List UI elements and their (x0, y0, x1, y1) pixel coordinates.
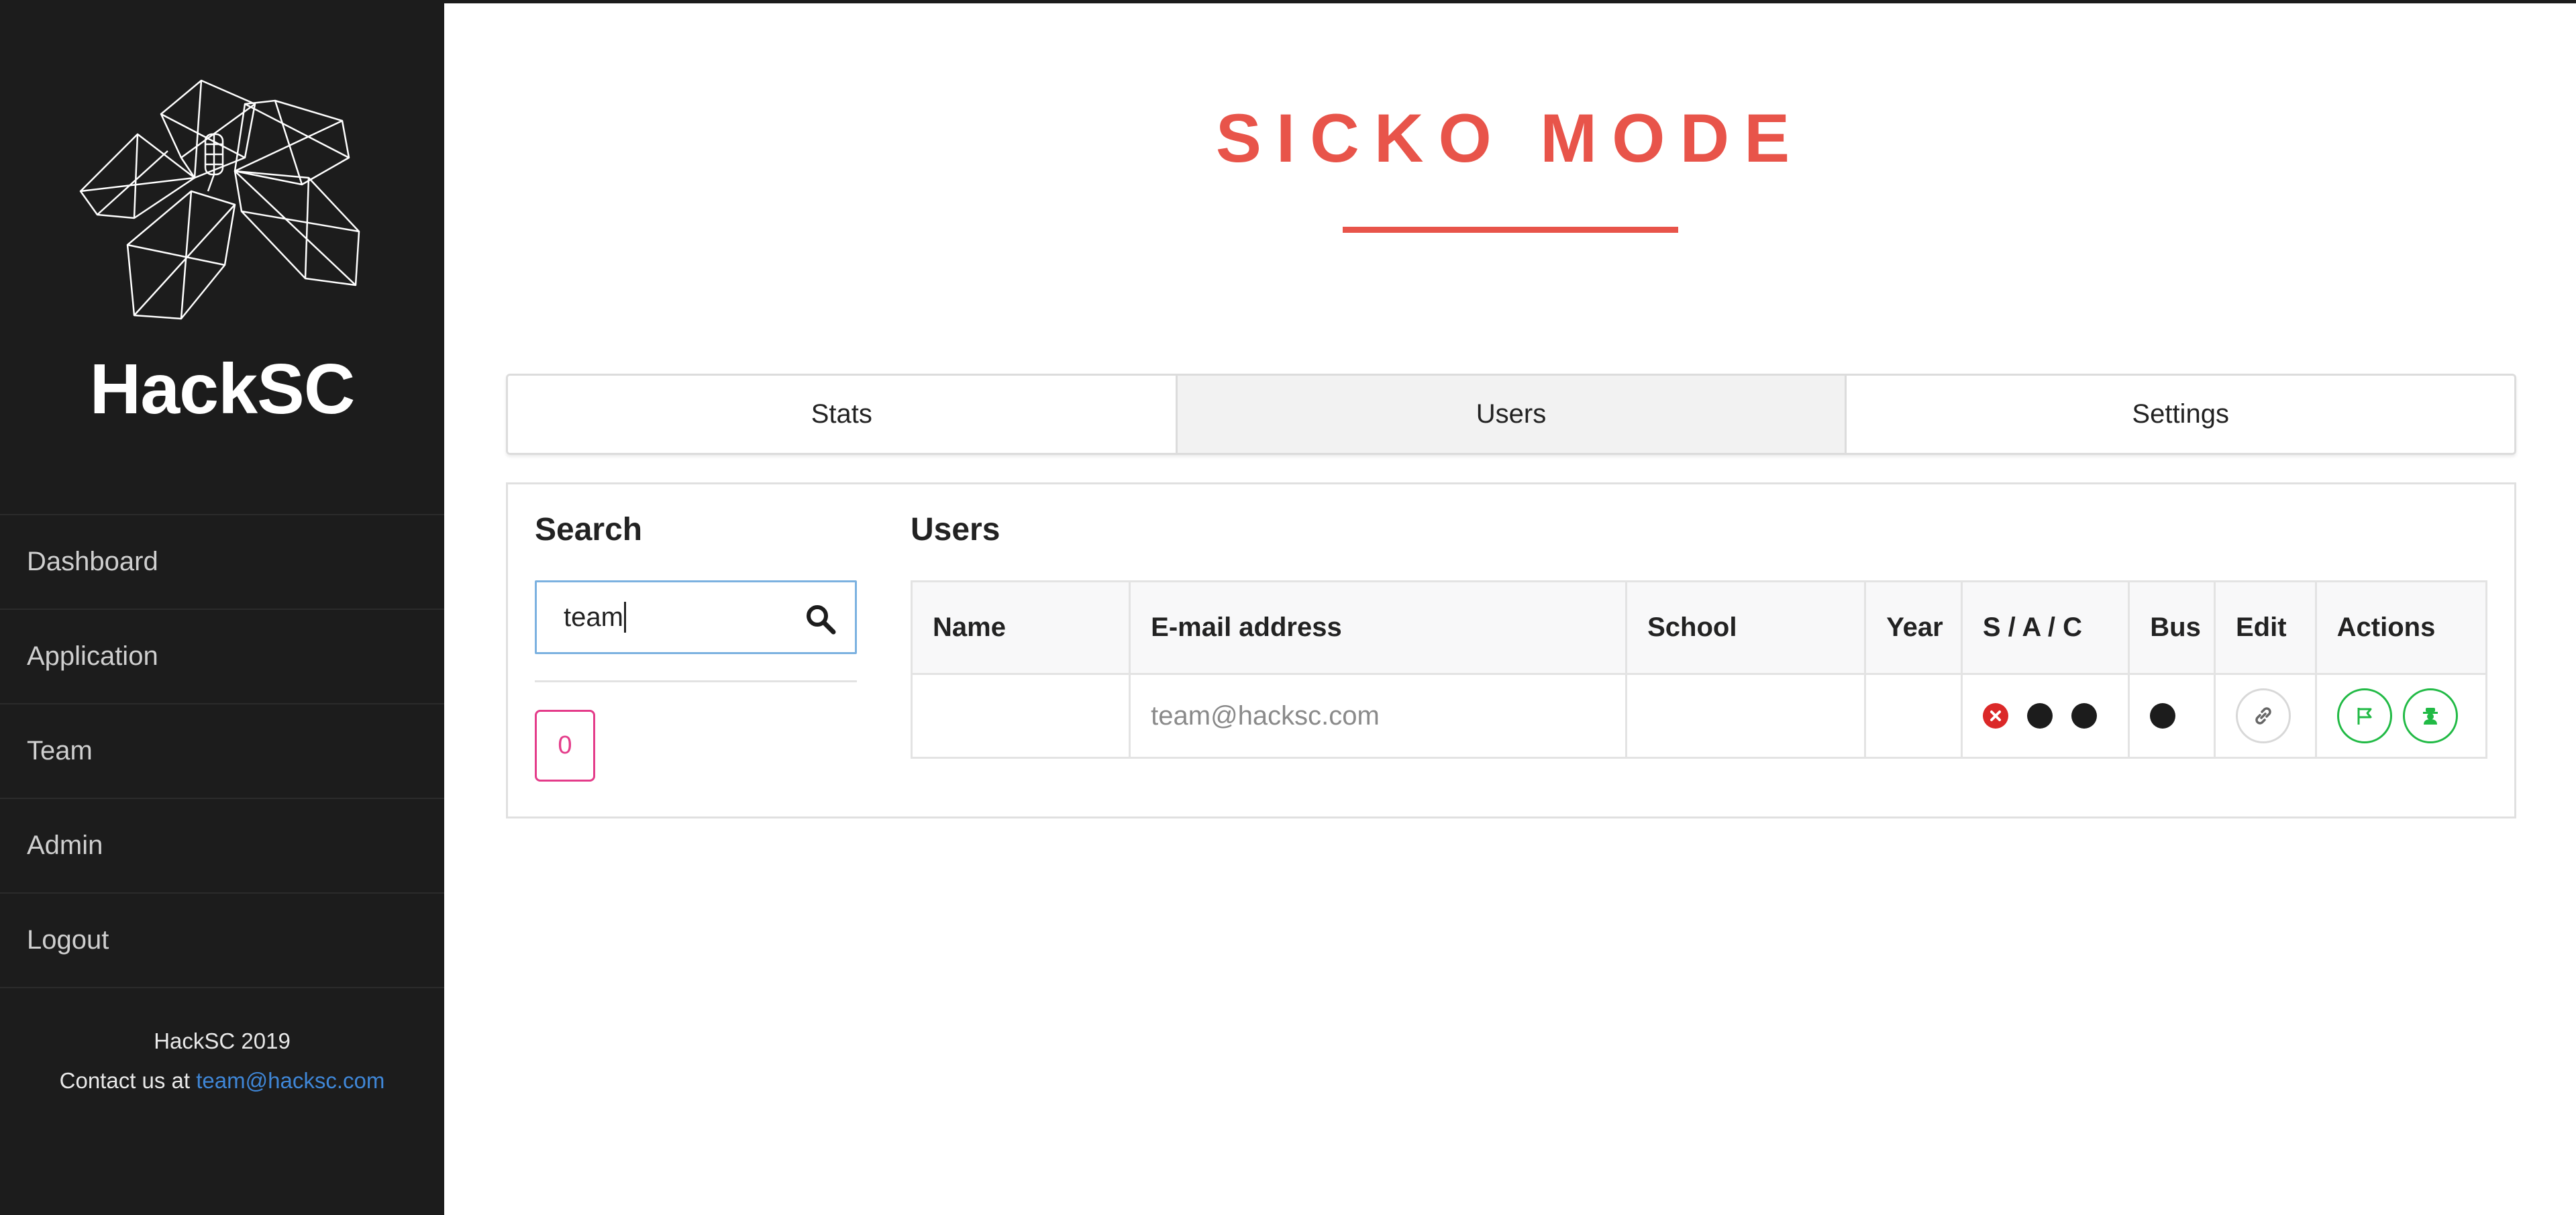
column-header-year[interactable]: Year (1866, 582, 1963, 673)
result-count-badge: 0 (535, 710, 595, 782)
edit-link-button[interactable] (2235, 688, 2291, 743)
column-header-edit[interactable]: Edit (2216, 582, 2317, 673)
main-content: SICKO MODE Stats Users Settings Search t… (444, 0, 2576, 1215)
search-divider (535, 680, 857, 682)
cell-sac-status (1963, 675, 2130, 757)
bus-status-dot-icon (2150, 703, 2176, 729)
table-header-row: Name E-mail address School Year S / A / … (913, 582, 2485, 675)
users-heading: Users (911, 512, 1000, 547)
flag-icon (2357, 708, 2372, 725)
hibiscus-logo-icon (74, 77, 369, 329)
link-icon (2255, 707, 2271, 725)
column-header-sac[interactable]: S / A / C (1963, 582, 2130, 673)
footer-contact-prefix: Contact us at (59, 1068, 197, 1093)
search-section: Search team 0 (535, 511, 857, 782)
tab-bar: Stats Users Settings (506, 374, 2516, 455)
users-panel: Search team 0 Users Name E-mail address (506, 482, 2516, 818)
cell-school (1627, 675, 1867, 757)
search-input-value: team (564, 602, 623, 632)
confirmed-status-dot-icon (2071, 703, 2097, 729)
sidebar-footer: HackSC 2019 Contact us at team@hacksc.co… (0, 1021, 444, 1100)
tab-settings[interactable]: Settings (1847, 376, 2514, 453)
column-header-name[interactable]: Name (913, 582, 1131, 673)
footer-contact-email-link[interactable]: team@hacksc.com (196, 1068, 384, 1093)
check-in-button[interactable] (2402, 688, 2458, 743)
search-input[interactable]: team (535, 580, 857, 654)
sidebar-item-logout[interactable]: Logout (0, 894, 444, 988)
sidebar-item-application[interactable]: Application (0, 610, 444, 704)
cell-edit (2216, 675, 2317, 757)
column-header-school[interactable]: School (1627, 582, 1867, 673)
cell-bus (2130, 675, 2216, 757)
status-x-icon (1982, 703, 2008, 729)
sidebar: HackSC Dashboard Application Team Admin … (0, 0, 444, 1215)
sidebar-item-admin[interactable]: Admin (0, 799, 444, 894)
sidebar-nav: Dashboard Application Team Admin Logout (0, 514, 444, 988)
search-icon[interactable] (804, 602, 837, 636)
title-underline (1343, 227, 1678, 233)
cell-name (913, 675, 1131, 757)
brand-name: HackSC (89, 350, 356, 429)
footer-copyright: HackSC 2019 (154, 1028, 291, 1053)
cell-actions (2317, 675, 2485, 757)
accepted-status-dot-icon (2026, 703, 2053, 729)
footer-contact: Contact us at team@hacksc.com (0, 1061, 444, 1100)
column-header-email[interactable]: E-mail address (1131, 582, 1628, 673)
user-secret-icon (2422, 708, 2438, 725)
users-table: Name E-mail address School Year S / A / … (911, 580, 2487, 759)
tab-users[interactable]: Users (1177, 376, 1847, 453)
column-header-actions[interactable]: Actions (2317, 582, 2485, 673)
column-header-bus[interactable]: Bus (2130, 582, 2216, 673)
tab-stats[interactable]: Stats (508, 376, 1178, 453)
table-row: team@hacksc.com (913, 675, 2485, 757)
flag-button[interactable] (2336, 688, 2392, 743)
cell-email: team@hacksc.com (1131, 675, 1628, 757)
sidebar-item-team[interactable]: Team (0, 704, 444, 799)
page-title: SICKO MODE (1215, 100, 1805, 176)
sidebar-item-dashboard[interactable]: Dashboard (0, 515, 444, 610)
search-heading: Search (535, 512, 643, 547)
text-caret (623, 602, 626, 633)
users-section: Users Name E-mail address School Year S … (911, 511, 2487, 759)
cell-year (1866, 675, 1963, 757)
